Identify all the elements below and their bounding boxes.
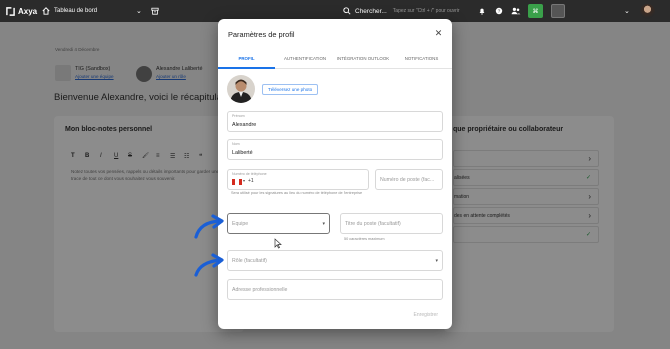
extension-placeholder: Numéro de poste (fac...: [380, 176, 435, 183]
help-icon[interactable]: ?: [495, 0, 503, 22]
modal-title: Paramètres de profil: [228, 30, 295, 39]
chevron-down-icon[interactable]: ⌄: [136, 0, 142, 22]
country-code: +1: [248, 178, 254, 184]
tab-notifications[interactable]: NOTIFICATIONS: [391, 49, 452, 69]
first-name-label: Prénom: [232, 114, 245, 118]
first-name-field[interactable]: Prénom Alexandre: [227, 111, 443, 132]
avatar: [230, 79, 252, 103]
axya-logo-icon: [6, 6, 15, 16]
annotation-arrow-icon: [194, 214, 224, 239]
bell-icon[interactable]: [478, 0, 486, 22]
role-placeholder: Rôle (facultatif): [232, 257, 267, 264]
grid-icon: [551, 4, 565, 18]
board-selector[interactable]: Tableau de bord: [42, 0, 97, 22]
search-hint: Tapez sur "Ctrl + /" pour ouvrir: [392, 8, 460, 14]
role-select[interactable]: Rôle (facultatif) ▾: [227, 250, 443, 271]
country-dropdown-icon[interactable]: ▾: [243, 178, 245, 183]
app-name: Axya: [18, 6, 38, 16]
chevron-down-icon: ▾: [435, 258, 438, 264]
save-button[interactable]: Enregistrer: [414, 312, 438, 318]
svg-text:?: ?: [498, 9, 501, 15]
last-name-value: Laliberté: [232, 150, 253, 156]
team-select[interactable]: Equipe ▾: [227, 213, 330, 234]
extension-field[interactable]: Numéro de poste (fac...: [375, 169, 443, 190]
app-logo[interactable]: Axya: [6, 0, 37, 22]
tab-profil[interactable]: PROFIL: [218, 49, 275, 69]
team-placeholder: Equipe: [232, 220, 249, 227]
close-icon[interactable]: ✕: [433, 28, 444, 39]
upload-photo-button[interactable]: Téléversez une photo: [262, 84, 319, 95]
chevron-down-icon[interactable]: ⌄: [624, 0, 630, 22]
address-field[interactable]: Adresse professionnelle: [227, 279, 443, 300]
first-name-value: Alexandre: [232, 122, 257, 128]
canada-flag-icon: [232, 179, 242, 185]
phone-field[interactable]: Numéro de téléphone ▾ +1: [227, 169, 369, 190]
archive-icon[interactable]: [151, 0, 159, 22]
avatar: [640, 3, 655, 19]
users-icon[interactable]: [511, 0, 521, 22]
user-avatar[interactable]: [640, 0, 655, 22]
mouse-cursor-icon: [274, 236, 282, 249]
app-switcher[interactable]: [551, 0, 565, 22]
chevron-down-icon: ▾: [322, 221, 325, 227]
active-tab-indicator: [218, 67, 275, 69]
job-title-helper: 50 caractères maximum: [344, 237, 385, 241]
job-title-placeholder: Titre du poste (facultatif): [345, 220, 401, 227]
board-name: Tableau de bord: [54, 8, 98, 14]
green-chip: ⌘: [528, 4, 543, 18]
profile-photo: [227, 75, 255, 103]
last-name-label: Nom: [232, 142, 240, 146]
address-placeholder: Adresse professionnelle: [232, 286, 288, 293]
phone-helper-text: Sera utilisé pour les signatures au lieu…: [231, 191, 363, 195]
tab-integration-outlook[interactable]: INTÉGRATION OUTLOOK: [335, 49, 391, 69]
annotation-arrow-icon: [194, 253, 224, 277]
job-title-field[interactable]: Titre du poste (facultatif): [340, 213, 443, 234]
shortcut-chip[interactable]: ⌘: [528, 0, 543, 22]
last-name-field[interactable]: Nom Laliberté: [227, 139, 443, 160]
tab-authentification[interactable]: AUTHENTIFICATION: [275, 49, 335, 69]
search-icon: [343, 7, 351, 15]
phone-label: Numéro de téléphone: [232, 172, 267, 176]
search-label: Chercher...: [355, 7, 387, 15]
home-icon: [42, 7, 50, 15]
profile-settings-modal: Paramètres de profil ✕ PROFIL AUTHENTIFI…: [218, 19, 452, 329]
